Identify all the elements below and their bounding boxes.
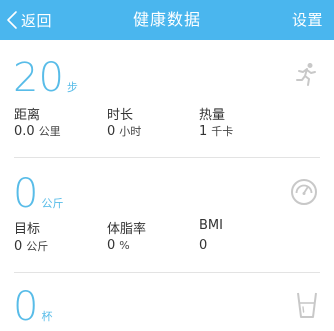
weight-value: 0	[13, 171, 39, 217]
steps-count: 20 步	[13, 58, 78, 98]
distance-unit: 公里	[38, 125, 61, 138]
page-title: 健康数据	[132, 10, 201, 29]
bmi-value: 0	[199, 238, 208, 253]
weight-count: 0 公斤	[13, 174, 63, 214]
distance-value: 0.0	[14, 124, 35, 139]
steps-unit: 步	[66, 81, 78, 94]
target-metric: 0 公斤	[14, 238, 48, 254]
duration-value: 0	[107, 124, 116, 139]
water-card[interactable]: 0 杯	[0, 273, 334, 331]
header-bar: 返回 健康数据 设置	[0, 0, 334, 40]
duration-unit: 小时	[119, 125, 142, 138]
running-person-icon	[294, 62, 318, 92]
water-cup-icon	[296, 291, 318, 323]
calories-unit: 千卡	[211, 125, 234, 138]
water-unit: 杯	[41, 310, 53, 323]
body-fat-label: 体脂率	[107, 222, 147, 237]
water-value: 0	[13, 284, 39, 330]
duration-label: 时长	[107, 108, 134, 123]
weight-unit: 公斤	[41, 197, 64, 210]
water-count: 0 杯	[13, 287, 52, 327]
bmi-label: BMI	[199, 218, 223, 233]
distance-metric: 0.0 公里	[14, 123, 61, 139]
calories-label: 热量	[199, 108, 226, 123]
distance-label: 距离	[14, 108, 41, 123]
target-unit: 公斤	[26, 240, 49, 253]
weight-card[interactable]: 0 公斤 目标 体脂率 BMI 0 公斤 0% 0	[0, 158, 334, 273]
settings-button[interactable]: 设置	[292, 0, 323, 40]
steps-value: 20	[13, 55, 64, 101]
bmi-metric: 0	[199, 238, 207, 253]
body-fat-unit: %	[119, 239, 130, 252]
calories-value: 1	[199, 124, 208, 139]
body-fat-metric: 0%	[107, 238, 130, 253]
calories-metric: 1 千卡	[199, 123, 233, 139]
scale-gauge-icon	[290, 178, 318, 210]
target-value: 0	[14, 239, 23, 254]
steps-card[interactable]: 20 步 距离 时长 热量 0.0 公里 0 小时 1 千卡	[0, 40, 334, 158]
duration-metric: 0 小时	[107, 123, 141, 139]
body-fat-value: 0	[107, 238, 116, 253]
target-label: 目标	[14, 222, 41, 237]
